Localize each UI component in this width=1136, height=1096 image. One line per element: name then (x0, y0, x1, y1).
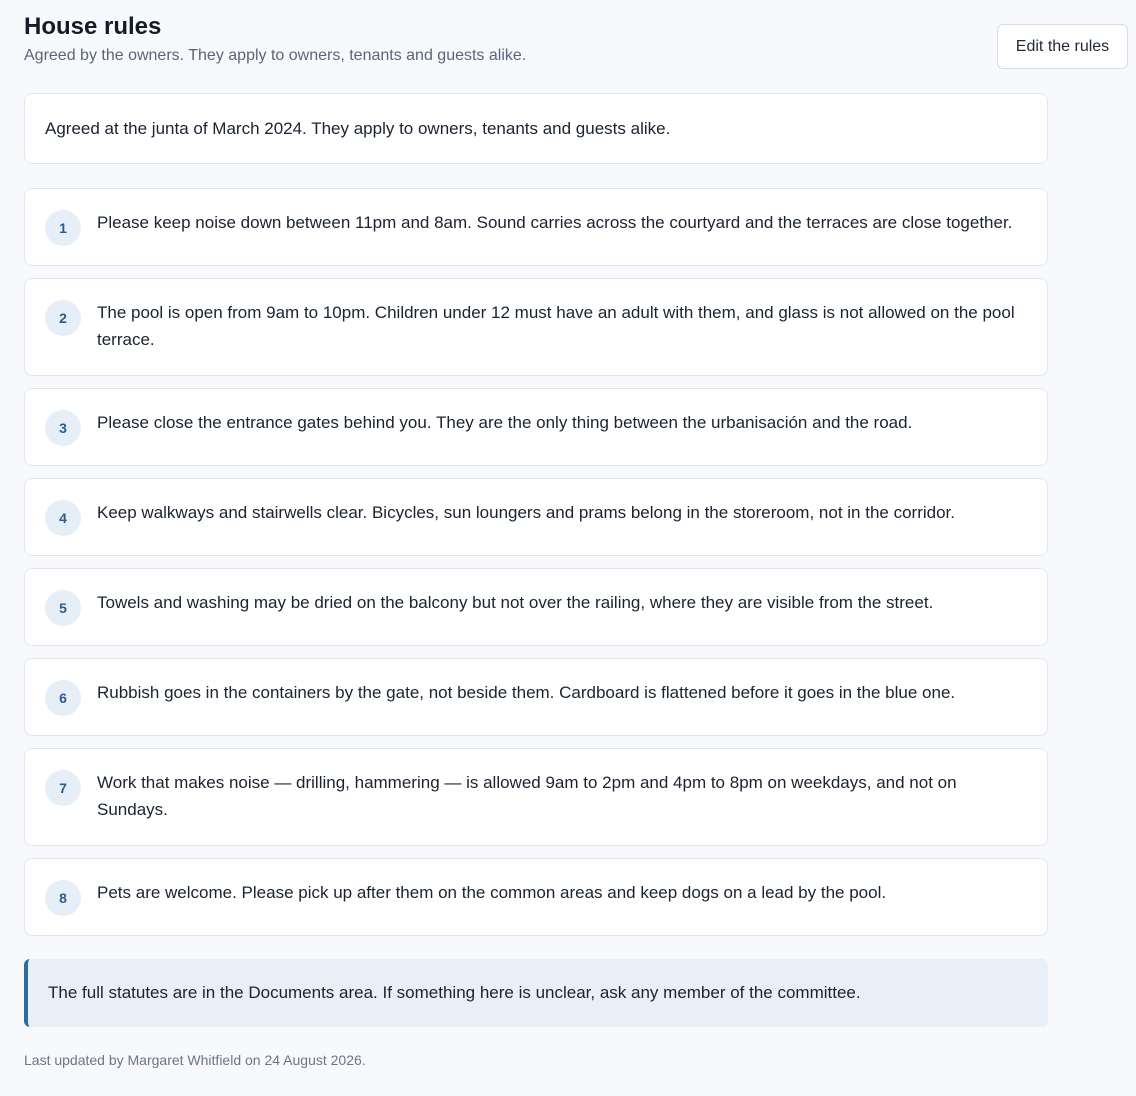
rule-text: Rubbish goes in the containers by the ga… (97, 682, 956, 702)
rule-text: The pool is open from 9am to 10pm. Child… (97, 302, 1015, 349)
rule-item: 2 The pool is open from 9am to 10pm. Chi… (24, 278, 1048, 376)
rules-list: 1 Please keep noise down between 11pm an… (24, 188, 1048, 948)
rule-item: 5 Towels and washing may be dried on the… (24, 568, 1048, 646)
statutes-note: The full statutes are in the Documents a… (24, 959, 1048, 1027)
rule-item: 4 Keep walkways and stairwells clear. Bi… (24, 478, 1048, 556)
rule-text: Keep walkways and stairwells clear. Bicy… (97, 502, 955, 522)
rule-text: Please keep noise down between 11pm and … (97, 212, 1013, 232)
page-subtitle: Agreed by the owners. They apply to owne… (24, 47, 527, 64)
rule-text: Towels and washing may be dried on the b… (97, 592, 934, 612)
rule-item: 6 Rubbish goes in the containers by the … (24, 658, 1048, 736)
rule-item: 1 Please keep noise down between 11pm an… (24, 188, 1048, 266)
rule-number-badge: 3 (45, 410, 81, 446)
rule-text: Pets are welcome. Please pick up after t… (97, 882, 887, 902)
page-header: House rules Agreed by the owners. They a… (24, 12, 984, 66)
rule-number-badge: 4 (45, 500, 81, 536)
rule-number-badge: 2 (45, 300, 81, 336)
intro-card: Agreed at the junta of March 2024. They … (24, 93, 1048, 164)
statutes-note-text: The full statutes are in the Documents a… (48, 983, 861, 1002)
rule-number-badge: 6 (45, 680, 81, 716)
edit-rules-button[interactable]: Edit the rules (997, 24, 1128, 69)
rule-text: Work that makes noise — drilling, hammer… (97, 772, 957, 819)
house-rules-page: House rules Agreed by the owners. They a… (0, 0, 1136, 1096)
rule-item: 7 Work that makes noise — drilling, hamm… (24, 748, 1048, 846)
intro-text: Agreed at the junta of March 2024. They … (45, 118, 671, 138)
page-title: House rules (24, 13, 162, 40)
last-updated-note: Last updated by Margaret Whitfield on 24… (24, 1052, 366, 1068)
rule-item: 8 Pets are welcome. Please pick up after… (24, 858, 1048, 936)
rule-number-badge: 1 (45, 210, 81, 246)
rule-number-badge: 7 (45, 770, 81, 806)
rule-number-badge: 5 (45, 590, 81, 626)
rule-item: 3 Please close the entrance gates behind… (24, 388, 1048, 466)
rule-number-badge: 8 (45, 880, 81, 916)
rule-text: Please close the entrance gates behind y… (97, 412, 913, 432)
